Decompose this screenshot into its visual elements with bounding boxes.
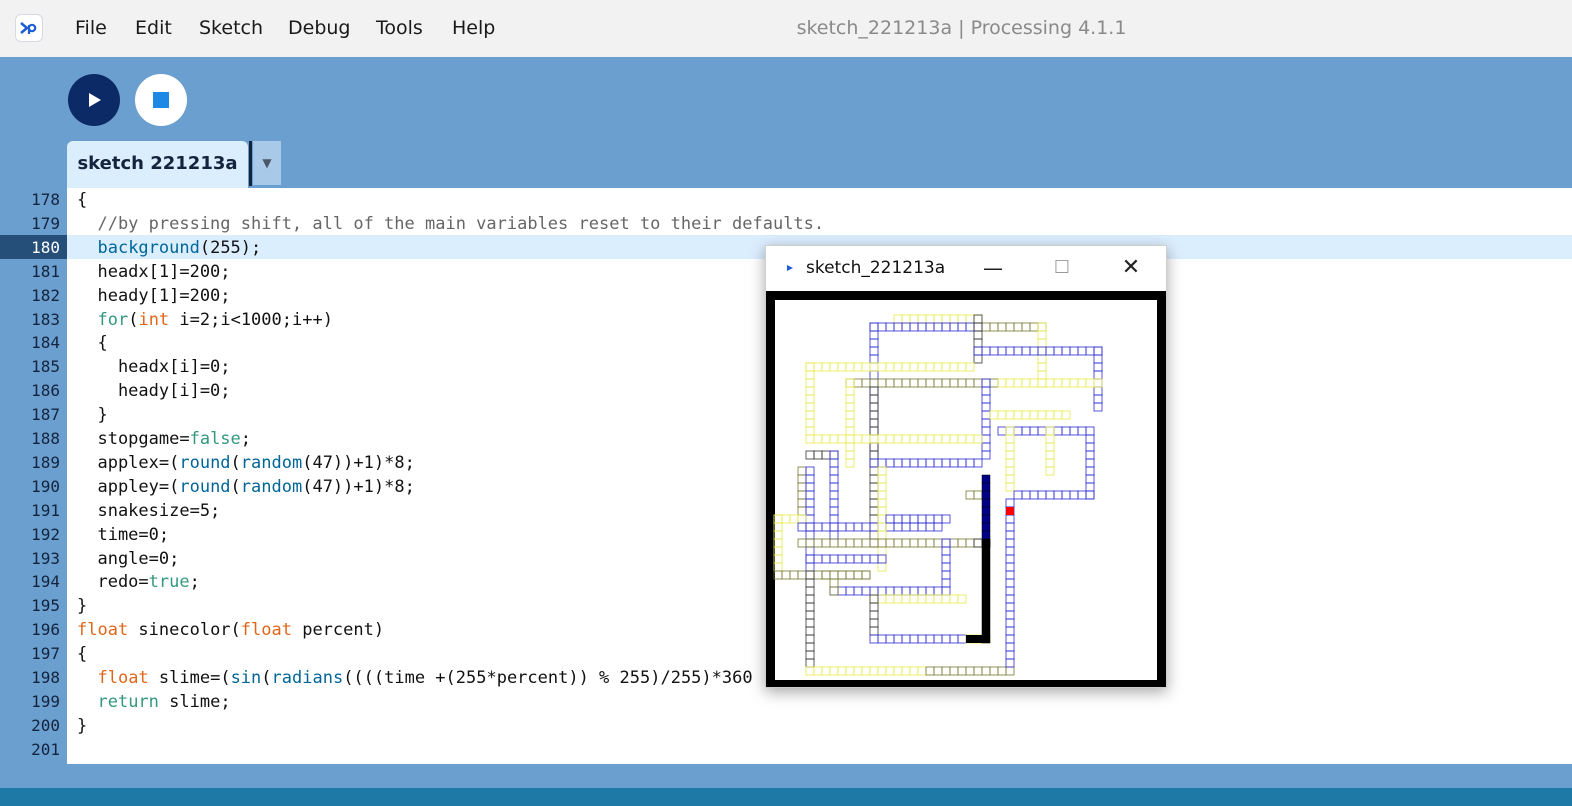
line-number: 186 xyxy=(31,381,60,401)
menu-edit[interactable]: Edit xyxy=(135,16,172,40)
code-line[interactable]: { xyxy=(77,642,87,666)
code-line[interactable]: applex=(round(random(47))+1)*8; xyxy=(77,451,414,475)
line-number: 189 xyxy=(31,452,60,472)
line-number: 194 xyxy=(31,572,60,592)
line-number: 190 xyxy=(31,476,60,496)
close-button[interactable]: ✕ xyxy=(1116,254,1146,282)
line-number: 201 xyxy=(31,739,60,759)
line-number: 181 xyxy=(31,261,60,281)
menubar: File Edit Sketch Debug Tools Help sketch… xyxy=(0,0,1572,57)
line-number: 191 xyxy=(31,500,60,520)
menu-debug[interactable]: Debug xyxy=(288,16,350,40)
code-line[interactable]: } xyxy=(77,594,87,618)
code-line[interactable]: float slime=(sin(radians((((time +(255*p… xyxy=(77,666,752,690)
line-number: 187 xyxy=(31,405,60,425)
sketch-canvas[interactable] xyxy=(766,291,1166,687)
menu-help[interactable]: Help xyxy=(452,16,495,40)
line-number: 197 xyxy=(31,644,60,664)
line-number: 198 xyxy=(31,668,60,687)
code-line[interactable]: heady[i]=0; xyxy=(77,379,231,403)
maximize-icon: ☐ xyxy=(1053,257,1071,278)
chevron-down-icon: ▼ xyxy=(262,156,272,170)
menu-tools[interactable]: Tools xyxy=(376,16,423,40)
snake-game-graphic xyxy=(773,300,1157,680)
line-number: 185 xyxy=(31,357,60,377)
line-number: 188 xyxy=(31,429,60,448)
code-line[interactable]: { xyxy=(77,188,87,212)
code-line[interactable]: time=0; xyxy=(77,523,169,547)
line-number: 183 xyxy=(31,309,60,329)
maximize-button[interactable]: ☐ xyxy=(1047,254,1077,282)
code-line[interactable]: snakesize=5; xyxy=(77,499,220,523)
tab-sketch[interactable]: sketch 221213a xyxy=(67,141,248,188)
line-number: 193 xyxy=(31,548,60,568)
code-line[interactable]: heady[1]=200; xyxy=(77,284,230,308)
line-number: 178 xyxy=(31,190,60,209)
code-line[interactable]: redo=true; xyxy=(77,570,199,594)
code-line[interactable]: //by pressing shift, all of the main var… xyxy=(77,212,824,236)
sketch-window[interactable]: sketch_221213a — ☐ ✕ xyxy=(765,245,1167,688)
minimize-icon: — xyxy=(983,256,1003,280)
close-icon: ✕ xyxy=(1121,255,1141,280)
editor-bottom-bar xyxy=(0,764,1572,788)
tab-menu-button[interactable]: ▼ xyxy=(253,141,281,185)
stop-button[interactable] xyxy=(135,74,187,126)
apple xyxy=(1006,507,1014,515)
processing-logo-icon xyxy=(15,14,43,42)
line-number: 179 xyxy=(31,213,60,233)
code-line[interactable]: return slime; xyxy=(77,690,230,714)
line-number: 182 xyxy=(31,285,60,305)
sketch-window-titlebar[interactable]: sketch_221213a — ☐ ✕ xyxy=(766,246,1166,291)
minimize-button[interactable]: — xyxy=(978,254,1008,282)
code-line[interactable]: headx[i]=0; xyxy=(77,355,231,379)
line-number: 184 xyxy=(31,333,60,353)
play-icon xyxy=(89,93,101,107)
status-bar xyxy=(0,788,1572,806)
line-number: 196 xyxy=(31,620,60,640)
menu-sketch[interactable]: Sketch xyxy=(199,16,263,40)
menu-file[interactable]: File xyxy=(75,16,107,40)
line-number: 200 xyxy=(31,715,60,735)
tab-divider xyxy=(249,141,252,186)
code-line[interactable]: { xyxy=(77,331,107,355)
code-line[interactable]: float sinecolor(float percent) xyxy=(77,618,384,642)
line-number: 180 xyxy=(31,237,60,257)
line-number: 199 xyxy=(31,691,60,711)
code-line[interactable]: background(255); xyxy=(77,236,261,260)
run-button[interactable] xyxy=(68,74,120,126)
code-line[interactable]: stopgame=false; xyxy=(77,427,251,451)
sketch-window-title: sketch_221213a xyxy=(806,258,946,278)
stop-icon xyxy=(153,92,169,108)
code-line[interactable]: headx[1]=200; xyxy=(77,260,230,284)
code-line[interactable]: for(int i=2;i<1000;i++) xyxy=(77,308,332,332)
processing-small-icon xyxy=(787,265,793,271)
code-line[interactable]: } xyxy=(77,714,87,738)
line-number: 195 xyxy=(31,596,60,616)
code-line[interactable]: } xyxy=(77,403,107,427)
line-number: 192 xyxy=(31,524,60,544)
code-line[interactable]: appley=(round(random(47))+1)*8; xyxy=(77,475,414,499)
code-line[interactable]: angle=0; xyxy=(77,547,179,571)
